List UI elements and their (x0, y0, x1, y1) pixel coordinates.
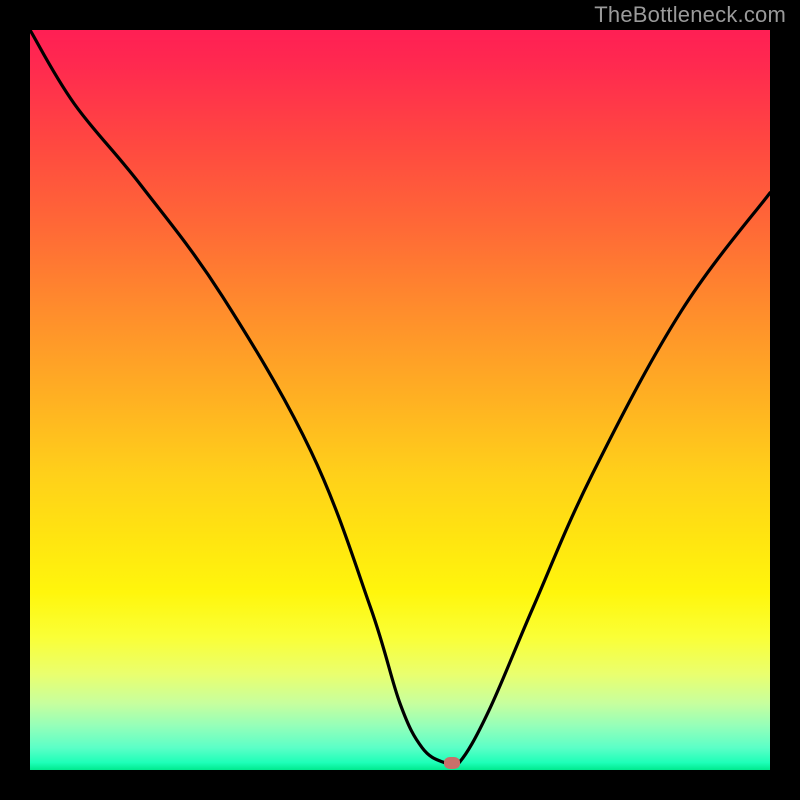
bottleneck-curve (30, 30, 770, 770)
chart-frame: TheBottleneck.com (0, 0, 800, 800)
optimal-marker (444, 757, 460, 769)
plot-area (30, 30, 770, 770)
watermark-text: TheBottleneck.com (594, 2, 786, 28)
